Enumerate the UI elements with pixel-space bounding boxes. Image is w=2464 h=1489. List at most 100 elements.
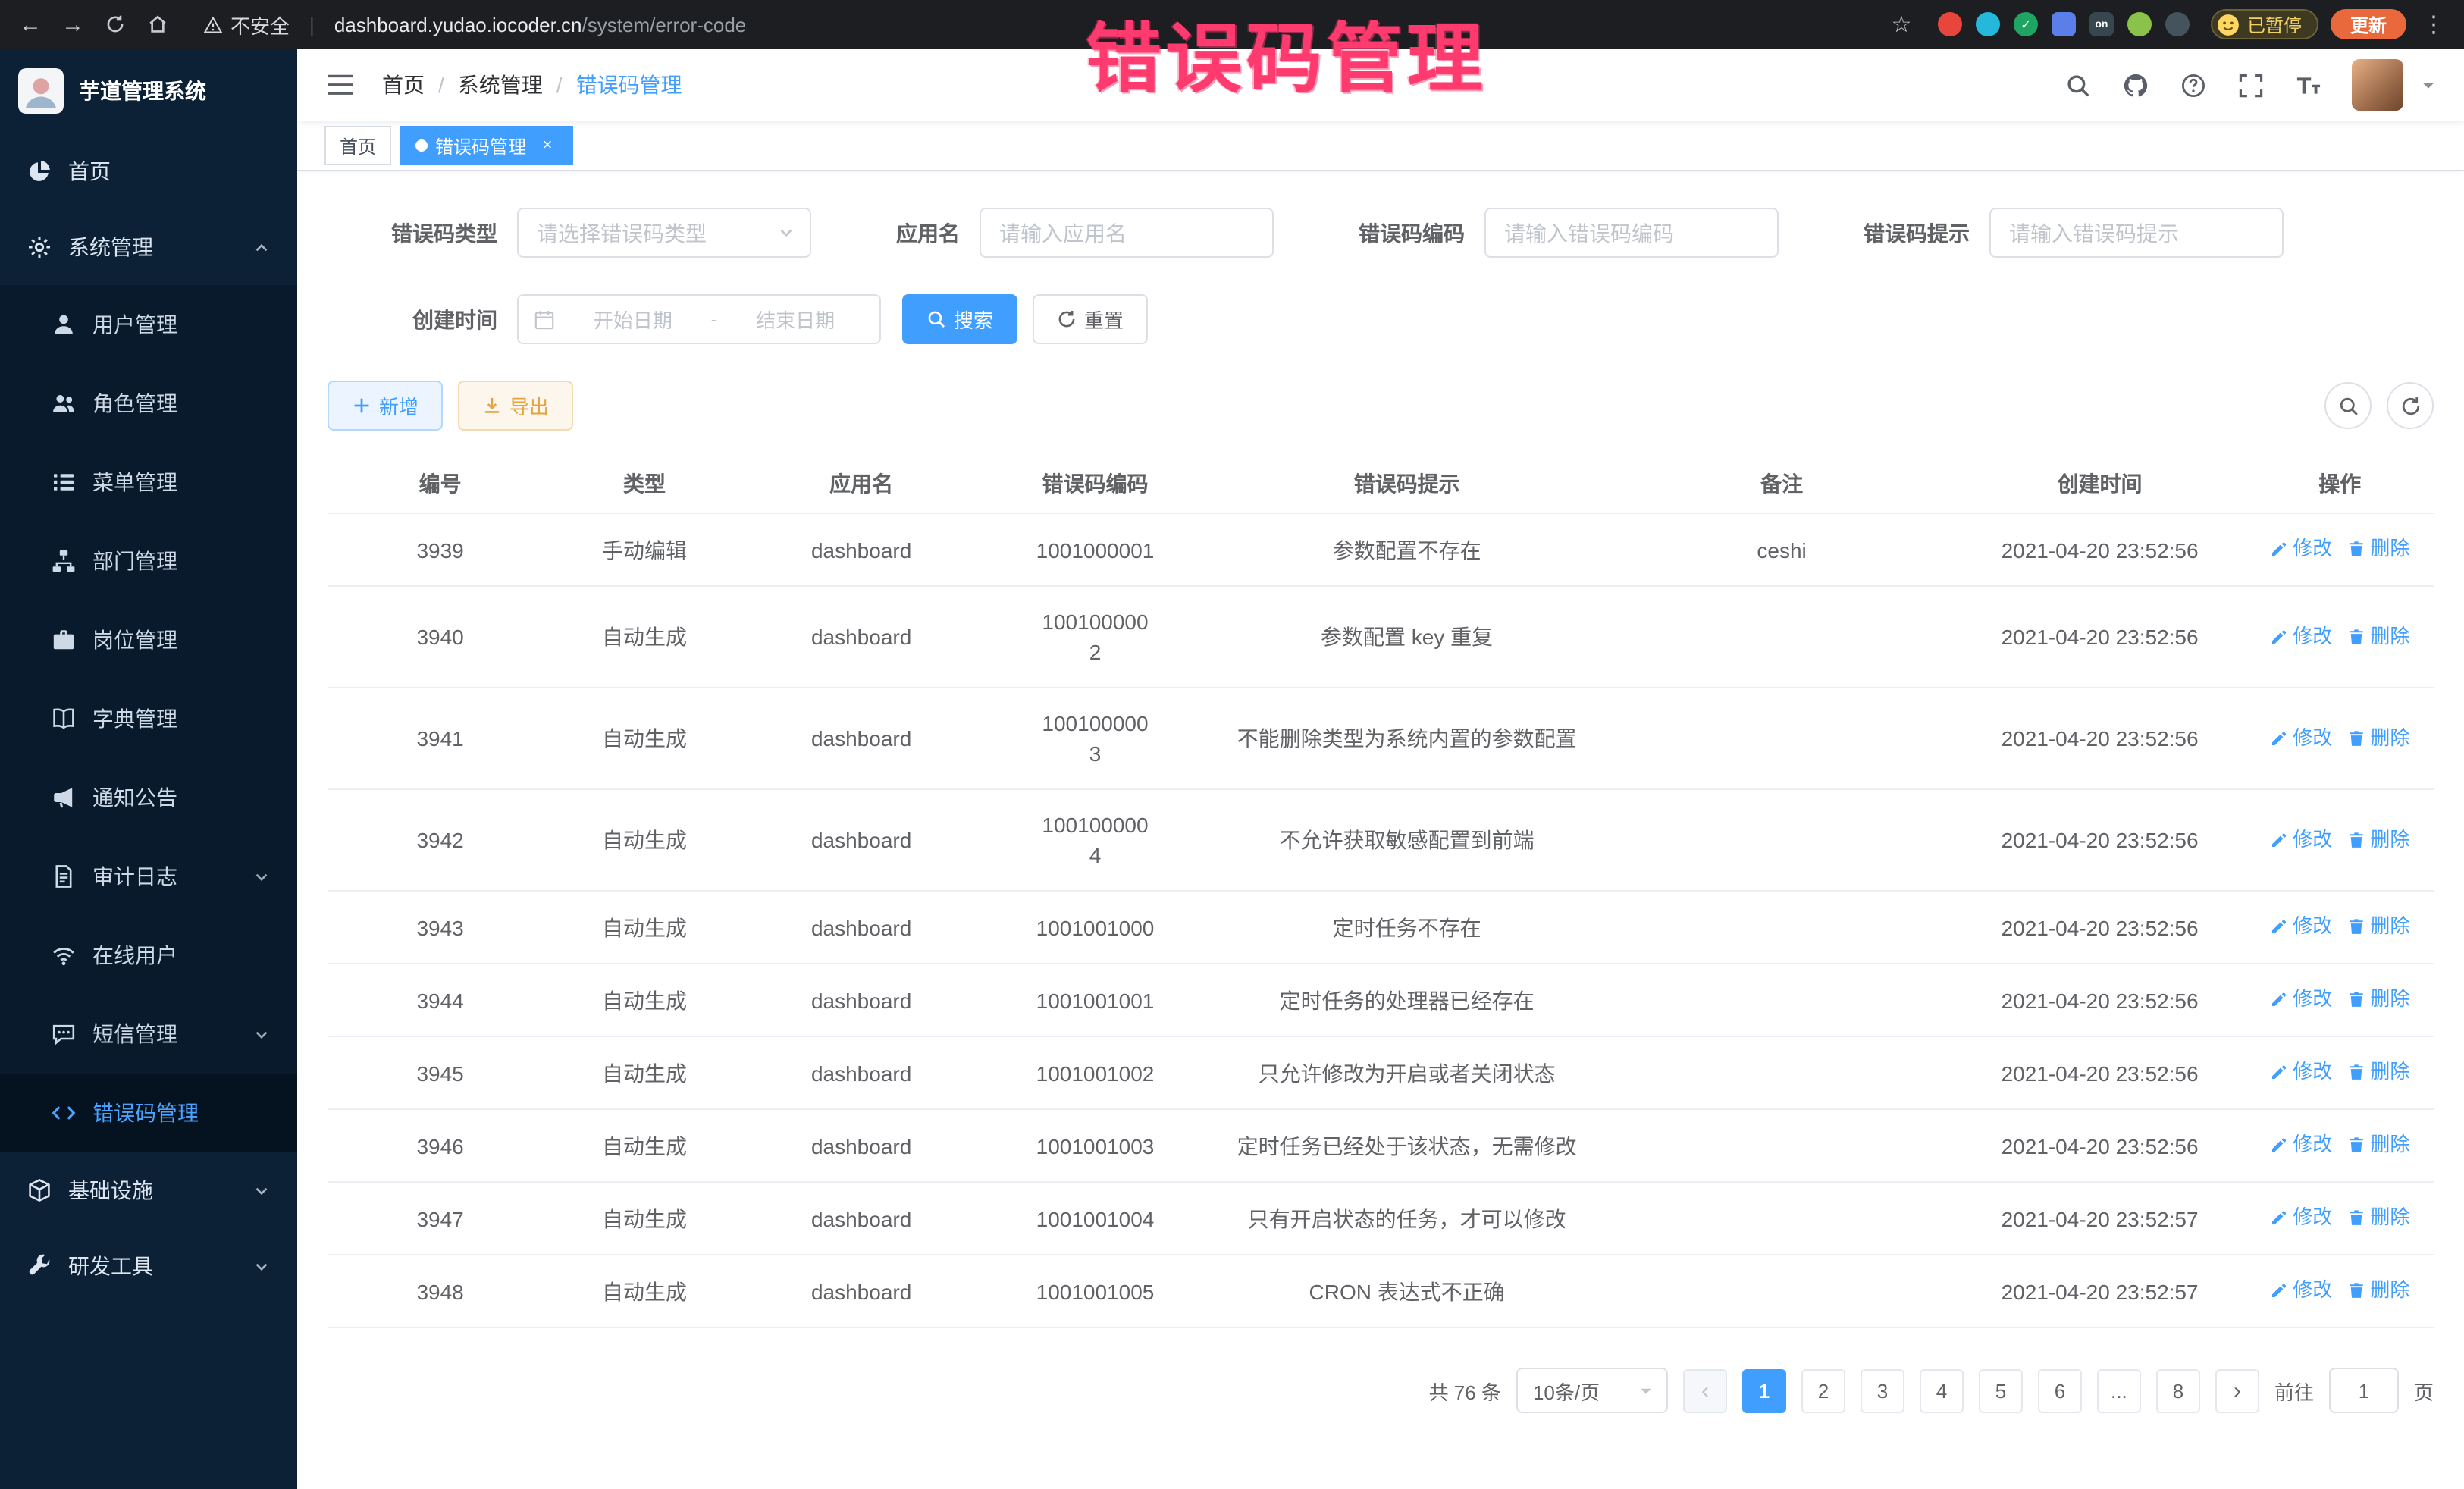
edit-link[interactable]: 修改 bbox=[2270, 984, 2332, 1014]
sidebar-item-audit-log[interactable]: 审计日志 bbox=[0, 837, 297, 916]
page-8-button[interactable]: 8 bbox=[2156, 1368, 2200, 1412]
extension-blue-icon[interactable] bbox=[2052, 12, 2076, 36]
browser-reload-button[interactable] bbox=[100, 9, 130, 39]
sidebar-item-menu[interactable]: 菜单管理 bbox=[0, 443, 297, 522]
edit-link[interactable]: 修改 bbox=[2270, 534, 2332, 564]
page-1-button[interactable]: 1 bbox=[1742, 1368, 1786, 1412]
table-header-row: 编号类型应用名错误码编码错误码提示备注创建时间操作 bbox=[328, 455, 2434, 513]
sidebar-item-online-user[interactable]: 在线用户 bbox=[0, 916, 297, 995]
breadcrumb-item[interactable]: 系统管理 bbox=[458, 70, 543, 100]
page-3-button[interactable]: 3 bbox=[1861, 1368, 1904, 1412]
remark-cell bbox=[1610, 964, 1954, 1036]
toggle-search-button[interactable] bbox=[2324, 382, 2372, 429]
page-6-button[interactable]: 6 bbox=[2038, 1368, 2082, 1412]
font-size-icon[interactable] bbox=[2294, 71, 2323, 99]
trash-icon bbox=[2347, 1281, 2365, 1299]
extension-dark-on-icon[interactable]: on bbox=[2089, 12, 2114, 36]
page-5-button[interactable]: 5 bbox=[1979, 1368, 2023, 1412]
browser-home-button[interactable] bbox=[143, 9, 173, 39]
goto-page-input[interactable] bbox=[2329, 1368, 2399, 1413]
sidebar-item-role[interactable]: 角色管理 bbox=[0, 364, 297, 443]
edit-link[interactable]: 修改 bbox=[2270, 1202, 2332, 1233]
id-cell: 3946 bbox=[328, 1109, 553, 1182]
create-time-range-picker[interactable]: 开始日期 - 结束日期 bbox=[517, 294, 881, 344]
delete-link[interactable]: 删除 bbox=[2347, 1202, 2409, 1233]
refresh-table-button[interactable] bbox=[2387, 382, 2434, 429]
view-tab[interactable]: 错误码管理× bbox=[400, 126, 573, 165]
app-name-input[interactable] bbox=[980, 208, 1274, 258]
edit-link[interactable]: 修改 bbox=[2270, 911, 2332, 942]
error-hint-input[interactable] bbox=[1989, 208, 2284, 258]
browser-back-button[interactable]: ← bbox=[15, 9, 45, 39]
id-cell: 3942 bbox=[328, 789, 553, 891]
edit-icon bbox=[2270, 1136, 2288, 1154]
sidebar-item-home[interactable]: 首页 bbox=[0, 133, 297, 209]
code-cell: 1001001003 bbox=[986, 1109, 1203, 1182]
sidebar-item-infra[interactable]: 基础设施 bbox=[0, 1152, 297, 1228]
add-button[interactable]: 新增 bbox=[328, 381, 443, 431]
address-bar[interactable]: dashboard.yudao.iocoder.cn/system/error-… bbox=[334, 13, 746, 36]
extension-green-check-icon[interactable]: ✓ bbox=[2014, 12, 2038, 36]
bookmark-star-icon[interactable]: ☆ bbox=[1886, 9, 1917, 39]
trash-icon bbox=[2347, 729, 2365, 747]
page-size-select[interactable]: 10条/页 bbox=[1516, 1368, 1668, 1413]
prev-page-button[interactable]: ‹ bbox=[1683, 1368, 1727, 1412]
error-code-input[interactable] bbox=[1484, 208, 1779, 258]
sidebar-item-dev-tools[interactable]: 研发工具 bbox=[0, 1228, 297, 1304]
site-security-indicator[interactable]: 不安全 bbox=[203, 10, 290, 39]
export-button[interactable]: 导出 bbox=[458, 381, 573, 431]
extension-red-icon[interactable] bbox=[1938, 12, 1962, 36]
update-button[interactable]: 更新 bbox=[2331, 9, 2406, 39]
edit-link[interactable]: 修改 bbox=[2270, 1275, 2332, 1306]
code-icon bbox=[52, 1101, 76, 1125]
delete-link[interactable]: 删除 bbox=[2347, 1130, 2409, 1160]
edit-link[interactable]: 修改 bbox=[2270, 1130, 2332, 1160]
search-button[interactable]: 搜索 bbox=[902, 294, 1017, 344]
app-logo-row[interactable]: 芋道管理系统 bbox=[0, 49, 297, 133]
extension-teal-icon[interactable] bbox=[1976, 12, 2000, 36]
extension-light-green-icon[interactable] bbox=[2127, 12, 2152, 36]
page-4-button[interactable]: 4 bbox=[1920, 1368, 1964, 1412]
search-icon[interactable] bbox=[2064, 71, 2093, 99]
delete-link[interactable]: 删除 bbox=[2347, 911, 2409, 942]
delete-link[interactable]: 删除 bbox=[2347, 984, 2409, 1014]
page-2-button[interactable]: 2 bbox=[1801, 1368, 1845, 1412]
user-avatar[interactable] bbox=[2352, 59, 2403, 111]
sidebar-toggle-icon[interactable] bbox=[324, 70, 355, 100]
sidebar-item-notice[interactable]: 通知公告 bbox=[0, 758, 297, 837]
edit-link[interactable]: 修改 bbox=[2270, 824, 2332, 854]
delete-link[interactable]: 删除 bbox=[2347, 534, 2409, 564]
help-icon[interactable] bbox=[2179, 71, 2208, 99]
sidebar-item-sms[interactable]: 短信管理 bbox=[0, 995, 297, 1074]
browser-menu-icon[interactable]: ⋮ bbox=[2419, 9, 2449, 39]
close-icon[interactable]: × bbox=[537, 135, 558, 156]
page-ellipsis-button[interactable]: ... bbox=[2097, 1368, 2141, 1412]
fullscreen-icon[interactable] bbox=[2237, 71, 2265, 99]
sidebar-item-error-code[interactable]: 错误码管理 bbox=[0, 1074, 297, 1152]
edit-link[interactable]: 修改 bbox=[2270, 723, 2332, 753]
view-tab[interactable]: 首页 bbox=[324, 126, 391, 165]
github-icon[interactable] bbox=[2121, 71, 2150, 99]
edit-link[interactable]: 修改 bbox=[2270, 1057, 2332, 1087]
error-code-type-select[interactable]: 请选择错误码类型 bbox=[517, 208, 811, 258]
caret-down-icon[interactable] bbox=[2420, 77, 2437, 93]
reset-button[interactable]: 重置 bbox=[1033, 294, 1148, 344]
sidebar-item-user[interactable]: 用户管理 bbox=[0, 285, 297, 364]
next-page-button[interactable]: › bbox=[2215, 1368, 2259, 1412]
edit-link[interactable]: 修改 bbox=[2270, 621, 2332, 651]
total-count: 共 76 条 bbox=[1429, 1376, 1501, 1405]
browser-forward-button[interactable]: → bbox=[58, 9, 88, 39]
delete-link[interactable]: 删除 bbox=[2347, 824, 2409, 854]
sidebar-item-system[interactable]: 系统管理 bbox=[0, 209, 297, 285]
delete-link[interactable]: 删除 bbox=[2347, 1275, 2409, 1306]
extension-dark-pin-icon[interactable] bbox=[2165, 12, 2190, 36]
sidebar-item-dict[interactable]: 字典管理 bbox=[0, 679, 297, 758]
paused-badge[interactable]: 已暂停 bbox=[2211, 9, 2318, 39]
sidebar-item-post[interactable]: 岗位管理 bbox=[0, 600, 297, 679]
delete-link[interactable]: 删除 bbox=[2347, 1057, 2409, 1087]
sidebar-item-dept[interactable]: 部门管理 bbox=[0, 522, 297, 600]
breadcrumb-item[interactable]: 首页 bbox=[382, 70, 425, 100]
delete-link[interactable]: 删除 bbox=[2347, 621, 2409, 651]
delete-link[interactable]: 删除 bbox=[2347, 723, 2409, 753]
table-row: 3946自动生成dashboard1001001003定时任务已经处于该状态，无… bbox=[328, 1109, 2434, 1182]
